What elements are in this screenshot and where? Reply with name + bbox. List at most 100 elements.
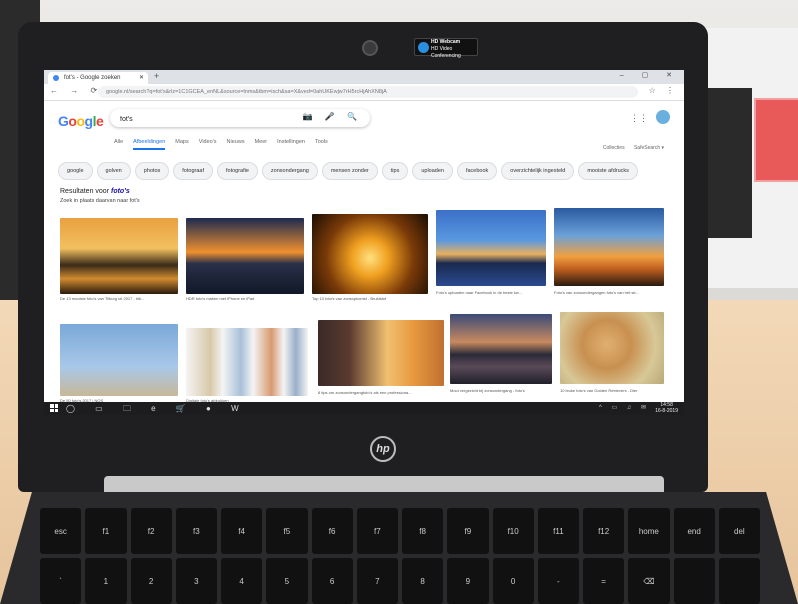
key[interactable]: 7: [356, 558, 398, 604]
results-title: Resultaten voor foto's: [60, 188, 130, 195]
system-tray-icons[interactable]: ^ ▭ ♫ ✉: [599, 404, 650, 411]
key[interactable]: [718, 558, 760, 604]
key[interactable]: -: [537, 558, 579, 604]
image-result[interactable]: [186, 328, 308, 396]
image-caption[interactable]: 10 leuke foto's van Golden Retrievers - …: [560, 388, 664, 393]
image-result[interactable]: [318, 320, 444, 386]
key[interactable]: esc: [40, 508, 82, 554]
chip[interactable]: fotografie: [216, 162, 258, 180]
key[interactable]: f9: [447, 508, 489, 554]
key[interactable]: `: [40, 558, 82, 604]
key[interactable]: 5: [266, 558, 308, 604]
related-chips: google golven photos fotograaf fotografi…: [58, 162, 638, 180]
key[interactable]: end: [673, 508, 715, 554]
search-actions-icon[interactable]: 📷 🎤 🔍: [303, 112, 362, 121]
chip[interactable]: google: [58, 162, 93, 180]
taskbar-clock[interactable]: 14:58 16-8-2019: [655, 402, 678, 414]
image-result[interactable]: [312, 214, 428, 294]
search-box: 📷 🎤 🔍: [110, 109, 370, 127]
chip[interactable]: facebook: [456, 162, 498, 180]
search-input[interactable]: [118, 112, 302, 126]
chip[interactable]: overzichtelijk ingesteld: [501, 162, 575, 180]
keyboard: esc f1 f2 f3 f4 f5 f6 f7 f8 f9 f10 f11 f…: [40, 508, 760, 604]
key[interactable]: 9: [447, 558, 489, 604]
webcam-sub: HD Video Conferencing: [431, 46, 461, 59]
key[interactable]: ⌫: [628, 558, 670, 604]
collections-link[interactable]: Collecties: [603, 145, 625, 151]
key[interactable]: f2: [130, 508, 172, 554]
nav-buttons[interactable]: ← → ⟳: [50, 86, 102, 95]
image-result[interactable]: [560, 312, 664, 384]
key[interactable]: f5: [266, 508, 308, 554]
key[interactable]: f3: [175, 508, 217, 554]
key[interactable]: 4: [221, 558, 263, 604]
key[interactable]: 3: [175, 558, 217, 604]
tab-more[interactable]: Meer: [255, 139, 268, 150]
tab-news[interactable]: Nieuws: [227, 139, 245, 150]
chip[interactable]: golven: [96, 162, 131, 180]
chip[interactable]: uploaden: [412, 162, 453, 180]
key[interactable]: 0: [492, 558, 534, 604]
key[interactable]: home: [628, 508, 670, 554]
tab-close-icon[interactable]: ✕: [139, 72, 144, 84]
key[interactable]: f1: [85, 508, 127, 554]
tab-images[interactable]: Afbeeldingen: [133, 139, 166, 150]
windows-start-icon[interactable]: [50, 404, 58, 412]
key[interactable]: f4: [221, 508, 263, 554]
address-bar[interactable]: google.nl/search?q=fot's&rlz=1C1GCEA_enN…: [98, 86, 638, 98]
new-tab-button[interactable]: +: [154, 71, 159, 81]
tab-settings[interactable]: Instellingen: [277, 139, 305, 150]
chip[interactable]: zonsondergang: [261, 162, 318, 180]
avatar[interactable]: [656, 110, 670, 124]
google-favicon-icon: [53, 75, 59, 81]
key[interactable]: [673, 558, 715, 604]
apps-grid-icon[interactable]: ⋮⋮: [630, 113, 648, 124]
key[interactable]: =: [583, 558, 625, 604]
google-logo[interactable]: Google: [58, 113, 104, 129]
key[interactable]: 8: [402, 558, 444, 604]
key[interactable]: f11: [537, 508, 579, 554]
results-query-link[interactable]: foto's: [111, 188, 130, 195]
results-alternative[interactable]: Zoek in plaats daarvan naar fot's: [60, 198, 140, 204]
key[interactable]: f7: [356, 508, 398, 554]
chip[interactable]: mooiste afdrucks: [578, 162, 638, 180]
safesearch-link[interactable]: SafeSearch ▾: [634, 145, 664, 151]
image-result[interactable]: [554, 208, 664, 286]
taskbar-apps[interactable]: ◯ ▭ 🗀 e 🛒 ● W: [66, 403, 248, 415]
key[interactable]: 6: [311, 558, 353, 604]
image-caption[interactable]: Foto's uploaden naar Facebook in de best…: [436, 290, 546, 295]
image-caption[interactable]: HDR foto's maken met iPhone en iPad: [186, 296, 304, 301]
chip[interactable]: mensen zonder: [321, 162, 378, 180]
image-result[interactable]: [60, 218, 178, 294]
key[interactable]: f10: [492, 508, 534, 554]
tab-title: fot's - Google zoeken: [64, 75, 121, 81]
webcam-badge: HD Webcam HD Video Conferencing: [414, 38, 478, 59]
tab-tools[interactable]: Tools: [315, 139, 328, 150]
image-caption[interactable]: 8 tips om zonsondergangfoto's als een pr…: [318, 390, 444, 395]
tab-maps[interactable]: Maps: [175, 139, 188, 150]
key[interactable]: f12: [583, 508, 625, 554]
chip[interactable]: tips: [381, 162, 409, 180]
image-result[interactable]: [450, 314, 552, 384]
webcam-title: HD Webcam: [431, 39, 461, 45]
window-controls[interactable]: – ▢ ✕: [620, 71, 680, 79]
image-result[interactable]: [186, 218, 304, 294]
tab-videos[interactable]: Video's: [199, 139, 217, 150]
browser-tab[interactable]: fot's - Google zoeken ✕: [48, 72, 148, 84]
key[interactable]: 2: [130, 558, 172, 604]
chip[interactable]: fotograaf: [173, 162, 213, 180]
image-caption[interactable]: Mooi vergezicht bij zonsondergang - foto…: [450, 388, 552, 393]
image-caption[interactable]: Top 10 foto's van zonsopkomst - Bruidsfo…: [312, 296, 428, 301]
toolbar-icons[interactable]: ☆ ⋮: [649, 86, 678, 95]
key[interactable]: f6: [311, 508, 353, 554]
laptop-screen: fot's - Google zoeken ✕ + – ▢ ✕ ← → ⟳ go…: [44, 70, 684, 415]
image-result[interactable]: [60, 324, 178, 396]
chip[interactable]: photos: [134, 162, 170, 180]
image-result[interactable]: [436, 210, 546, 286]
key[interactable]: f8: [402, 508, 444, 554]
image-caption[interactable]: De 13 mooiste foto's van Tilburg uit 201…: [60, 296, 178, 301]
tab-all[interactable]: Alle: [114, 139, 123, 150]
key[interactable]: 1: [85, 558, 127, 604]
key[interactable]: del: [718, 508, 760, 554]
image-caption[interactable]: Foto's van zonsondergangen foto's van he…: [554, 290, 664, 295]
